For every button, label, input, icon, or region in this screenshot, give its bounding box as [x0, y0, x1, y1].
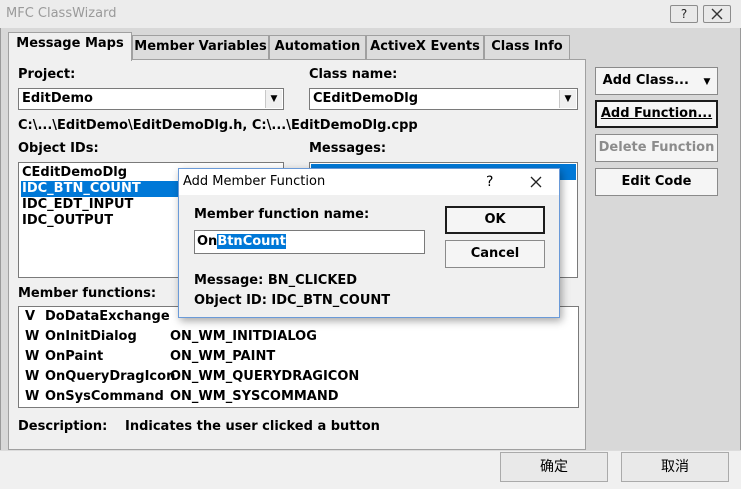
function-type: W — [25, 329, 40, 344]
project-value: EditDemo — [22, 91, 93, 106]
description-label: Description: — [18, 419, 108, 434]
function-name: OnPaint — [45, 349, 104, 364]
object-ids-label: Object IDs: — [18, 141, 99, 156]
edit-code-label: Edit Code — [621, 174, 692, 189]
tab-member-variables[interactable]: Member Variables — [132, 35, 269, 59]
function-name-selected-text: BtnCount — [217, 234, 286, 249]
close-icon — [711, 8, 723, 20]
function-name: OnSysCommand — [45, 389, 164, 404]
function-type: W — [25, 349, 40, 364]
function-name: OnInitDialog — [45, 329, 137, 344]
member-functions-list[interactable]: V DoDataExchange W OnInitDialog ON_WM_IN… — [18, 306, 579, 408]
add-class-button[interactable]: Add Class... ▼ — [595, 67, 718, 95]
project-label: Project: — [18, 67, 76, 82]
ok-button[interactable]: 确定 — [500, 452, 608, 482]
list-item-selected[interactable]: IDC_BTN_COUNT — [21, 181, 182, 197]
function-name-input[interactable]: OnBtnCount — [194, 230, 425, 254]
class-name-label: Class name: — [309, 67, 398, 82]
dialog-ok-label: OK — [484, 212, 506, 227]
tab-message-maps[interactable]: Message Maps — [8, 32, 132, 61]
table-row[interactable]: W OnQueryDragIcon ON_WM_QUERYDRAGICON — [23, 367, 573, 387]
function-type: V — [25, 309, 36, 324]
description-text: Indicates the user clicked a button — [125, 419, 380, 434]
tab-label: ActiveX Events — [370, 39, 480, 54]
tab-automation[interactable]: Automation — [269, 35, 366, 59]
class-name-value: CEditDemoDlg — [313, 91, 419, 106]
ok-label: 确定 — [540, 459, 568, 475]
table-row[interactable]: W OnInitDialog ON_WM_INITDIALOG — [23, 327, 573, 347]
chevron-down-icon[interactable]: ▼ — [559, 90, 576, 108]
list-item[interactable]: IDC_OUTPUT — [21, 213, 182, 229]
delete-function-label: Delete Function — [598, 140, 715, 155]
dialog-title-bar: Add Member Function ? — [179, 169, 559, 195]
cancel-label: 取消 — [661, 459, 689, 475]
dialog-close-icon[interactable] — [530, 176, 542, 188]
tab-label: Automation — [274, 39, 361, 54]
function-type: W — [25, 389, 40, 404]
add-class-label: Add Class... — [602, 73, 689, 88]
class-name-combo[interactable]: CEditDemoDlg ▼ — [309, 88, 578, 110]
file-path: C:\...\EditDemo\EditDemoDlg.h, C:\...\Ed… — [18, 118, 418, 133]
dialog-cancel-button[interactable]: Cancel — [445, 240, 545, 268]
close-button[interactable] — [703, 5, 731, 23]
list-item[interactable]: CEditDemoDlg — [21, 165, 182, 181]
function-message: ON_WM_INITDIALOG — [170, 329, 317, 344]
tab-label: Class Info — [491, 39, 563, 54]
function-message: ON_WM_PAINT — [170, 349, 276, 364]
title-bar: MFC ClassWizard ? — [0, 0, 741, 28]
delete-function-button: Delete Function — [595, 134, 718, 162]
add-function-button[interactable]: Add Function... — [595, 100, 718, 128]
table-row[interactable]: W OnSysCommand ON_WM_SYSCOMMAND — [23, 387, 573, 407]
dialog-cancel-label: Cancel — [470, 246, 520, 261]
add-member-function-dialog: Add Member Function ? Member function na… — [178, 168, 560, 318]
function-name: DoDataExchange — [45, 309, 170, 324]
tab-label: Member Variables — [134, 39, 267, 54]
dialog-help-icon[interactable]: ? — [486, 174, 493, 190]
tab-class-info[interactable]: Class Info — [484, 35, 570, 59]
dialog-object-id-line: Object ID: IDC_BTN_COUNT — [194, 293, 391, 308]
window-title: MFC ClassWizard — [6, 6, 117, 21]
function-type: W — [25, 369, 40, 384]
function-name-label: Member function name: — [194, 207, 370, 222]
help-button[interactable]: ? — [670, 5, 698, 23]
list-item[interactable]: IDC_EDT_INPUT — [21, 197, 182, 213]
add-function-label: Add Function... — [600, 106, 713, 121]
dropdown-arrow-icon: ▼ — [703, 77, 711, 87]
table-row[interactable]: W OnPaint ON_WM_PAINT — [23, 347, 573, 367]
edit-code-button[interactable]: Edit Code — [595, 168, 718, 196]
dialog-ok-button[interactable]: OK — [445, 206, 545, 234]
messages-label: Messages: — [309, 141, 387, 156]
tab-label: Message Maps — [16, 36, 124, 51]
cancel-button[interactable]: 取消 — [621, 452, 729, 482]
member-functions-label: Member functions: — [18, 286, 157, 301]
tab-activex-events[interactable]: ActiveX Events — [366, 35, 484, 59]
function-name: OnQueryDragIcon — [45, 369, 176, 384]
chevron-down-icon[interactable]: ▼ — [265, 90, 282, 108]
function-message: ON_WM_SYSCOMMAND — [170, 389, 339, 404]
dialog-title: Add Member Function — [183, 174, 326, 189]
help-icon: ? — [680, 7, 688, 21]
function-message: ON_WM_QUERYDRAGICON — [170, 369, 360, 384]
dialog-message-line: Message: BN_CLICKED — [194, 273, 358, 288]
project-combo[interactable]: EditDemo ▼ — [18, 88, 284, 110]
function-name-prefix: On — [197, 234, 218, 249]
